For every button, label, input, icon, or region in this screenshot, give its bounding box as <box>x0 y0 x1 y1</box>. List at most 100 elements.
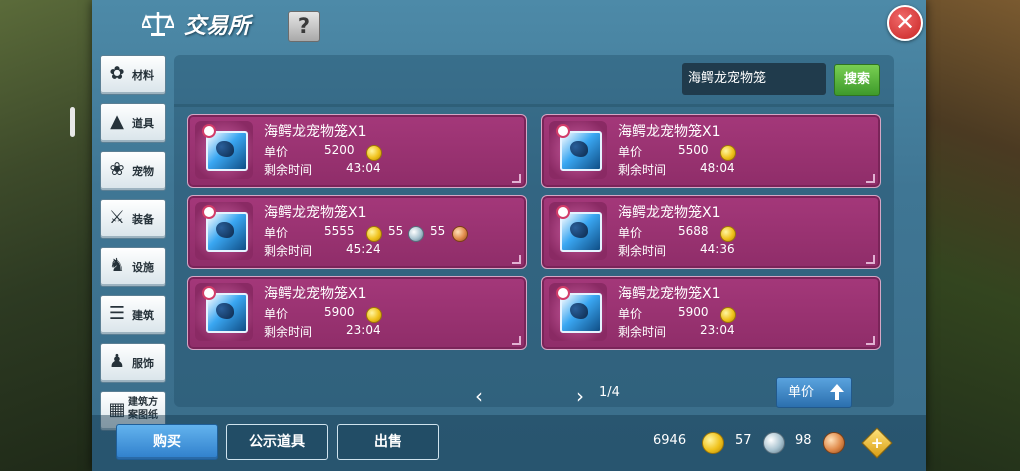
price-label: 单价 <box>264 145 289 159</box>
gold-price: 5200 <box>324 143 355 157</box>
background-right <box>925 0 1020 471</box>
buy-tab-button[interactable]: 购买 <box>116 424 218 460</box>
corner-mark <box>512 174 521 183</box>
exchange-panel: 交易所 ? ✕ ✿ 材料 ▲ 道具 ❀ 宠物 ⚔ 装备 ♞ 设施 ☰ 建筑 ♟ … <box>70 0 926 471</box>
time-label: 剩余时间 <box>264 163 313 177</box>
paw-icon: ❀ <box>109 159 125 180</box>
corner-mark <box>866 336 875 345</box>
gold-price: 5500 <box>678 143 709 157</box>
silver-price: 55 <box>388 224 404 238</box>
price-label: 单价 <box>618 307 643 321</box>
listing-card[interactable]: 海鳄龙宠物笼X1 单价 5500 剩余时间 48:04 <box>541 114 881 188</box>
silver-coin-icon <box>408 226 424 242</box>
scale-icon <box>142 12 174 36</box>
listing-card[interactable]: 海鳄龙宠物笼X1 单价 5555 55 55 剩余时间 45:24 <box>187 195 527 269</box>
badge-icon <box>556 286 570 300</box>
time-label: 剩余时间 <box>264 244 313 258</box>
copper-coin-icon <box>452 226 468 242</box>
price-label: 单价 <box>264 307 289 321</box>
remaining-time: 44:36 <box>700 242 735 256</box>
listing-card[interactable]: 海鳄龙宠物笼X1 单价 5900 剩余时间 23:04 <box>187 276 527 350</box>
divider <box>174 104 894 107</box>
plus-icon: + <box>870 434 884 452</box>
item-icon: ▲ <box>110 111 124 132</box>
listing-name: 海鳄龙宠物笼X1 <box>618 124 721 140</box>
sidebar-item-clothing[interactable]: ♟ 服饰 <box>100 343 166 383</box>
previous-page-button[interactable]: ‹ <box>471 384 487 408</box>
sidebar-item-equipment[interactable]: ⚔ 装备 <box>100 199 166 239</box>
facility-icon: ♞ <box>108 255 126 276</box>
public-items-tab-button[interactable]: 公示道具 <box>226 424 328 460</box>
page-title: 交易所 <box>184 14 251 39</box>
gold-coin-icon <box>720 307 736 323</box>
sidebar-item-buildings[interactable]: ☰ 建筑 <box>100 295 166 335</box>
help-button[interactable]: ? <box>288 11 320 42</box>
gold-price: 5900 <box>678 305 709 319</box>
remaining-time: 48:04 <box>700 161 735 175</box>
sidebar-item-facilities[interactable]: ♞ 设施 <box>100 247 166 287</box>
badge-icon <box>556 205 570 219</box>
time-label: 剩余时间 <box>618 325 667 339</box>
time-label: 剩余时间 <box>618 244 667 258</box>
sidebar-scrollbar[interactable] <box>70 107 75 137</box>
time-label: 剩余时间 <box>264 325 313 339</box>
sidebar-item-materials[interactable]: ✿ 材料 <box>100 55 166 95</box>
sort-arrow-icon <box>830 384 844 400</box>
gold-coin-icon <box>366 307 382 323</box>
sidebar-item-items[interactable]: ▲ 道具 <box>100 103 166 143</box>
listing-name: 海鳄龙宠物笼X1 <box>264 286 367 302</box>
sidebar-item-label: 服饰 <box>132 357 154 370</box>
silver-coin-icon <box>763 432 785 454</box>
gold-coin-icon <box>366 145 382 161</box>
close-button[interactable]: ✕ <box>887 5 923 41</box>
sort-by-price-button[interactable]: 单价 <box>776 377 852 408</box>
sidebar-item-label: 建筑 <box>132 309 154 322</box>
sidebar-item-label: 设施 <box>132 261 154 274</box>
time-label: 剩余时间 <box>618 163 667 177</box>
gold-price: 5555 <box>324 224 355 238</box>
price-label: 单价 <box>264 226 289 240</box>
listing-card[interactable]: 海鳄龙宠物笼X1 单价 5200 剩余时间 43:04 <box>187 114 527 188</box>
listing-name: 海鳄龙宠物笼X1 <box>264 205 367 221</box>
badge-icon <box>202 205 216 219</box>
gold-price: 5900 <box>324 305 355 319</box>
remaining-time: 23:04 <box>700 323 735 337</box>
remaining-time: 23:04 <box>346 323 381 337</box>
next-page-button[interactable]: › <box>572 384 588 408</box>
gold-price: 5688 <box>678 224 709 238</box>
copper-coin-icon <box>823 432 845 454</box>
corner-mark <box>512 255 521 264</box>
sidebar-item-pets[interactable]: ❀ 宠物 <box>100 151 166 191</box>
category-sidebar: ✿ 材料 ▲ 道具 ❀ 宠物 ⚔ 装备 ♞ 设施 ☰ 建筑 ♟ 服饰 ▦ 建筑方 <box>70 55 166 439</box>
listing-name: 海鳄龙宠物笼X1 <box>264 124 367 140</box>
equipment-icon: ⚔ <box>108 207 126 228</box>
listing-card[interactable]: 海鳄龙宠物笼X1 单价 5900 剩余时间 23:04 <box>541 276 881 350</box>
listings-area: 海鳄龙宠物笼 搜索 海鳄龙宠物笼X1 单价 5200 剩余时间 43:04 海鳄… <box>174 55 894 408</box>
gold-balance: 6946 <box>653 433 687 448</box>
sort-label: 单价 <box>788 385 815 400</box>
corner-mark <box>866 255 875 264</box>
search-button[interactable]: 搜索 <box>834 64 880 96</box>
price-label: 单价 <box>618 226 643 240</box>
listing-name: 海鳄龙宠物笼X1 <box>618 286 721 302</box>
sidebar-item-label: 道具 <box>132 117 154 130</box>
price-label: 单价 <box>618 145 643 159</box>
listing-name: 海鳄龙宠物笼X1 <box>618 205 721 221</box>
badge-icon <box>202 124 216 138</box>
corner-mark <box>866 174 875 183</box>
sidebar-item-label: 宠物 <box>132 165 154 178</box>
gold-coin-icon <box>366 226 382 242</box>
remaining-time: 43:04 <box>346 161 381 175</box>
sell-tab-button[interactable]: 出售 <box>337 424 439 460</box>
remaining-time: 45:24 <box>346 242 381 256</box>
search-input[interactable]: 海鳄龙宠物笼 <box>682 63 826 95</box>
background-left <box>0 0 92 471</box>
badge-icon <box>556 124 570 138</box>
page-indicator: 1/4 <box>599 385 620 400</box>
copper-balance: 98 <box>795 433 812 448</box>
gold-coin-icon <box>702 432 724 454</box>
sidebar-item-label: 材料 <box>132 69 154 82</box>
gold-coin-icon <box>720 226 736 242</box>
building-icon: ☰ <box>108 303 126 324</box>
listing-card[interactable]: 海鳄龙宠物笼X1 单价 5688 剩余时间 44:36 <box>541 195 881 269</box>
